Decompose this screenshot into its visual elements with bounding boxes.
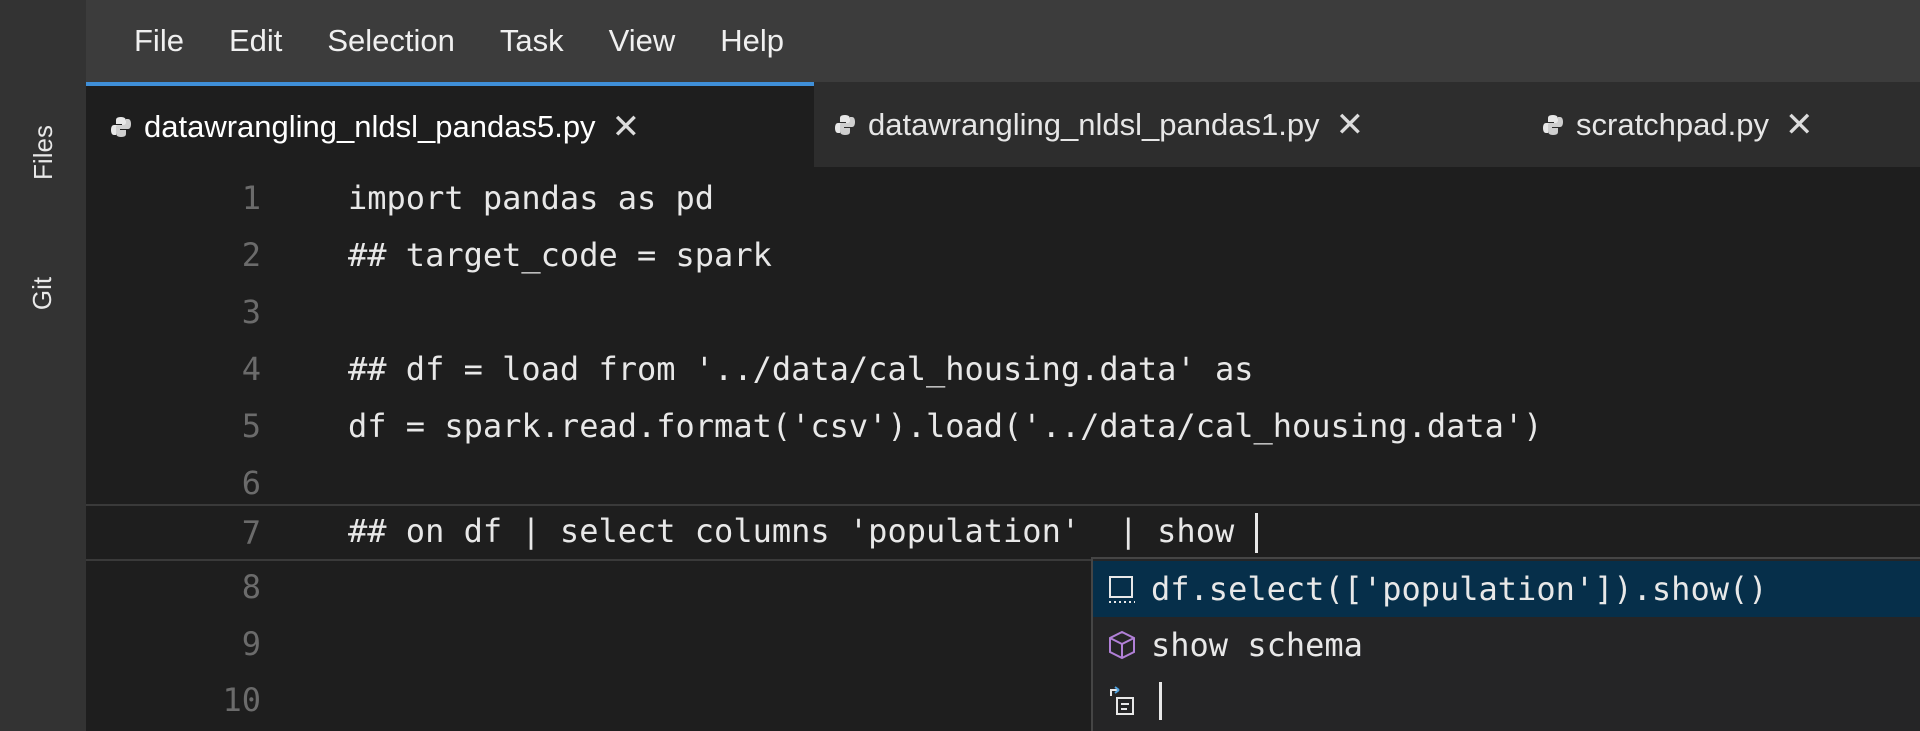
- code-text-current[interactable]: ## on df | select columns 'population' |…: [348, 512, 1259, 553]
- code-line[interactable]: 3: [86, 283, 1920, 340]
- snippet-icon: [1109, 576, 1135, 603]
- tab-datawrangling-pandas5[interactable]: datawrangling_nldsl_pandas5.py ✕: [86, 82, 814, 167]
- line-number: 6: [241, 463, 261, 502]
- code-line-current[interactable]: 7 ## on df | select columns 'population'…: [86, 504, 1920, 561]
- line-number: 7: [241, 513, 261, 552]
- line-number: 4: [241, 349, 261, 388]
- suggestion-item[interactable]: show schema: [1093, 617, 1920, 673]
- python-file-icon: [835, 114, 855, 135]
- code-text[interactable]: ## target_code = spark: [348, 236, 772, 274]
- line-number: 8: [241, 567, 261, 606]
- line-number: 3: [241, 292, 261, 331]
- tab-datawrangling-pandas1[interactable]: datawrangling_nldsl_pandas1.py ✕: [814, 82, 1522, 167]
- line-number: 10: [222, 680, 261, 719]
- python-file-icon: [1543, 114, 1563, 135]
- activity-git[interactable]: Git: [0, 258, 86, 328]
- code-line[interactable]: 6: [86, 454, 1920, 511]
- activity-git-label: Git: [27, 276, 58, 310]
- menu-task[interactable]: Task: [500, 23, 564, 59]
- line-number: 9: [241, 624, 261, 663]
- close-icon[interactable]: ✕: [612, 110, 641, 144]
- code-line[interactable]: 5 df = spark.read.format('csv').load('..…: [86, 397, 1920, 454]
- code-text: ## on df | select columns 'population' |…: [348, 512, 1254, 550]
- code-line[interactable]: 1 import pandas as pd: [86, 169, 1920, 226]
- line-number: 5: [241, 406, 261, 445]
- cube-icon: [1109, 630, 1135, 660]
- tab-label: datawrangling_nldsl_pandas5.py: [144, 108, 596, 144]
- menu-help[interactable]: Help: [720, 23, 784, 59]
- suggestion-label: df.select(['population']).show(): [1151, 570, 1768, 608]
- tab-bar: datawrangling_nldsl_pandas5.py ✕ datawra…: [86, 82, 1920, 167]
- activity-files-label: Files: [27, 124, 58, 180]
- code-text[interactable]: df = spark.read.format('csv').load('../d…: [348, 407, 1542, 445]
- menu-bar: File Edit Selection Task View Help: [86, 0, 1920, 82]
- line-number: 1: [241, 178, 261, 217]
- activity-bar: Files Git: [0, 0, 86, 731]
- activity-files[interactable]: Files: [0, 112, 86, 192]
- suggestion-label: show schema: [1151, 626, 1363, 664]
- insert-text-icon: [1110, 686, 1134, 715]
- suggestion-widget: df.select(['population']).show() show sc…: [1091, 557, 1920, 731]
- tab-label: datawrangling_nldsl_pandas1.py: [868, 106, 1320, 142]
- line-number: 2: [241, 235, 261, 274]
- suggestion-item-selected[interactable]: df.select(['population']).show(): [1093, 561, 1920, 617]
- close-icon[interactable]: ✕: [1785, 108, 1814, 142]
- menu-file[interactable]: File: [134, 23, 184, 59]
- menu-edit[interactable]: Edit: [229, 23, 282, 59]
- text-cursor: [1159, 682, 1162, 720]
- menu-selection[interactable]: Selection: [327, 23, 455, 59]
- python-file-icon: [111, 116, 131, 137]
- menu-view[interactable]: View: [609, 23, 676, 59]
- text-cursor: [1255, 513, 1259, 553]
- code-line[interactable]: 2 ## target_code = spark: [86, 226, 1920, 283]
- tab-label: scratchpad.py: [1576, 106, 1769, 142]
- close-icon[interactable]: ✕: [1336, 108, 1365, 142]
- code-line[interactable]: 4 ## df = load from '../data/cal_housing…: [86, 340, 1920, 397]
- tab-scratchpad[interactable]: scratchpad.py ✕: [1522, 82, 1920, 167]
- code-text[interactable]: ## df = load from '../data/cal_housing.d…: [348, 350, 1253, 388]
- code-text[interactable]: import pandas as pd: [348, 179, 714, 217]
- suggestion-item[interactable]: [1093, 673, 1920, 729]
